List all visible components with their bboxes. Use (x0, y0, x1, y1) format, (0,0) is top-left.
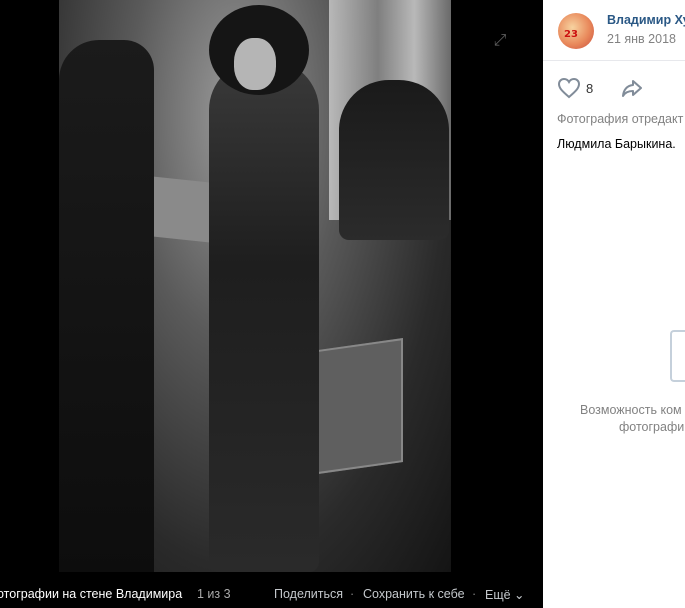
photo-face (234, 38, 276, 90)
comments-closed-line-2: фотографи (619, 420, 685, 434)
main-photo[interactable] (59, 0, 451, 572)
post-date[interactable]: 21 янв 2018 (607, 32, 676, 46)
comment-icon (670, 330, 685, 382)
photo-viewer: ⤢ отографии на стене Владимира 1 из 3 По… (0, 0, 543, 608)
heart-icon[interactable] (557, 77, 581, 99)
edited-note: Фотография отредакт (557, 112, 684, 126)
photo-caption: Людмила Барыкина. (557, 137, 676, 151)
separator-dot: · (472, 587, 477, 601)
share-icon[interactable] (620, 77, 644, 99)
viewer-bottom-bar: отографии на стене Владимира 1 из 3 Поде… (0, 584, 543, 608)
fullscreen-icon[interactable]: ⤢ (489, 30, 511, 52)
like-count: 8 (586, 81, 594, 96)
album-link[interactable]: отографии на стене Владимира (0, 587, 182, 601)
avatar[interactable]: 23 (558, 13, 594, 49)
share-link[interactable]: Поделиться (274, 587, 343, 601)
author-name[interactable]: Владимир Худ (607, 13, 685, 27)
comments-closed-line-1: Возможность ком (580, 403, 682, 417)
avatar-text: 23 (564, 29, 578, 40)
photo-counter: 1 из 3 (197, 587, 231, 601)
photo-sidebar: 23 Владимир Худ 21 янв 2018 8 Фотография… (543, 0, 685, 608)
photo-musician (339, 80, 449, 240)
comments-closed-notice: Возможность ком фотографи (580, 402, 685, 436)
photo-woman (209, 60, 319, 572)
divider (543, 60, 685, 61)
photo-man-left (59, 40, 154, 572)
separator-dot: · (350, 587, 355, 601)
save-link[interactable]: Сохранить к себе (363, 587, 465, 601)
more-menu[interactable]: Ещё ⌄ (485, 587, 525, 602)
